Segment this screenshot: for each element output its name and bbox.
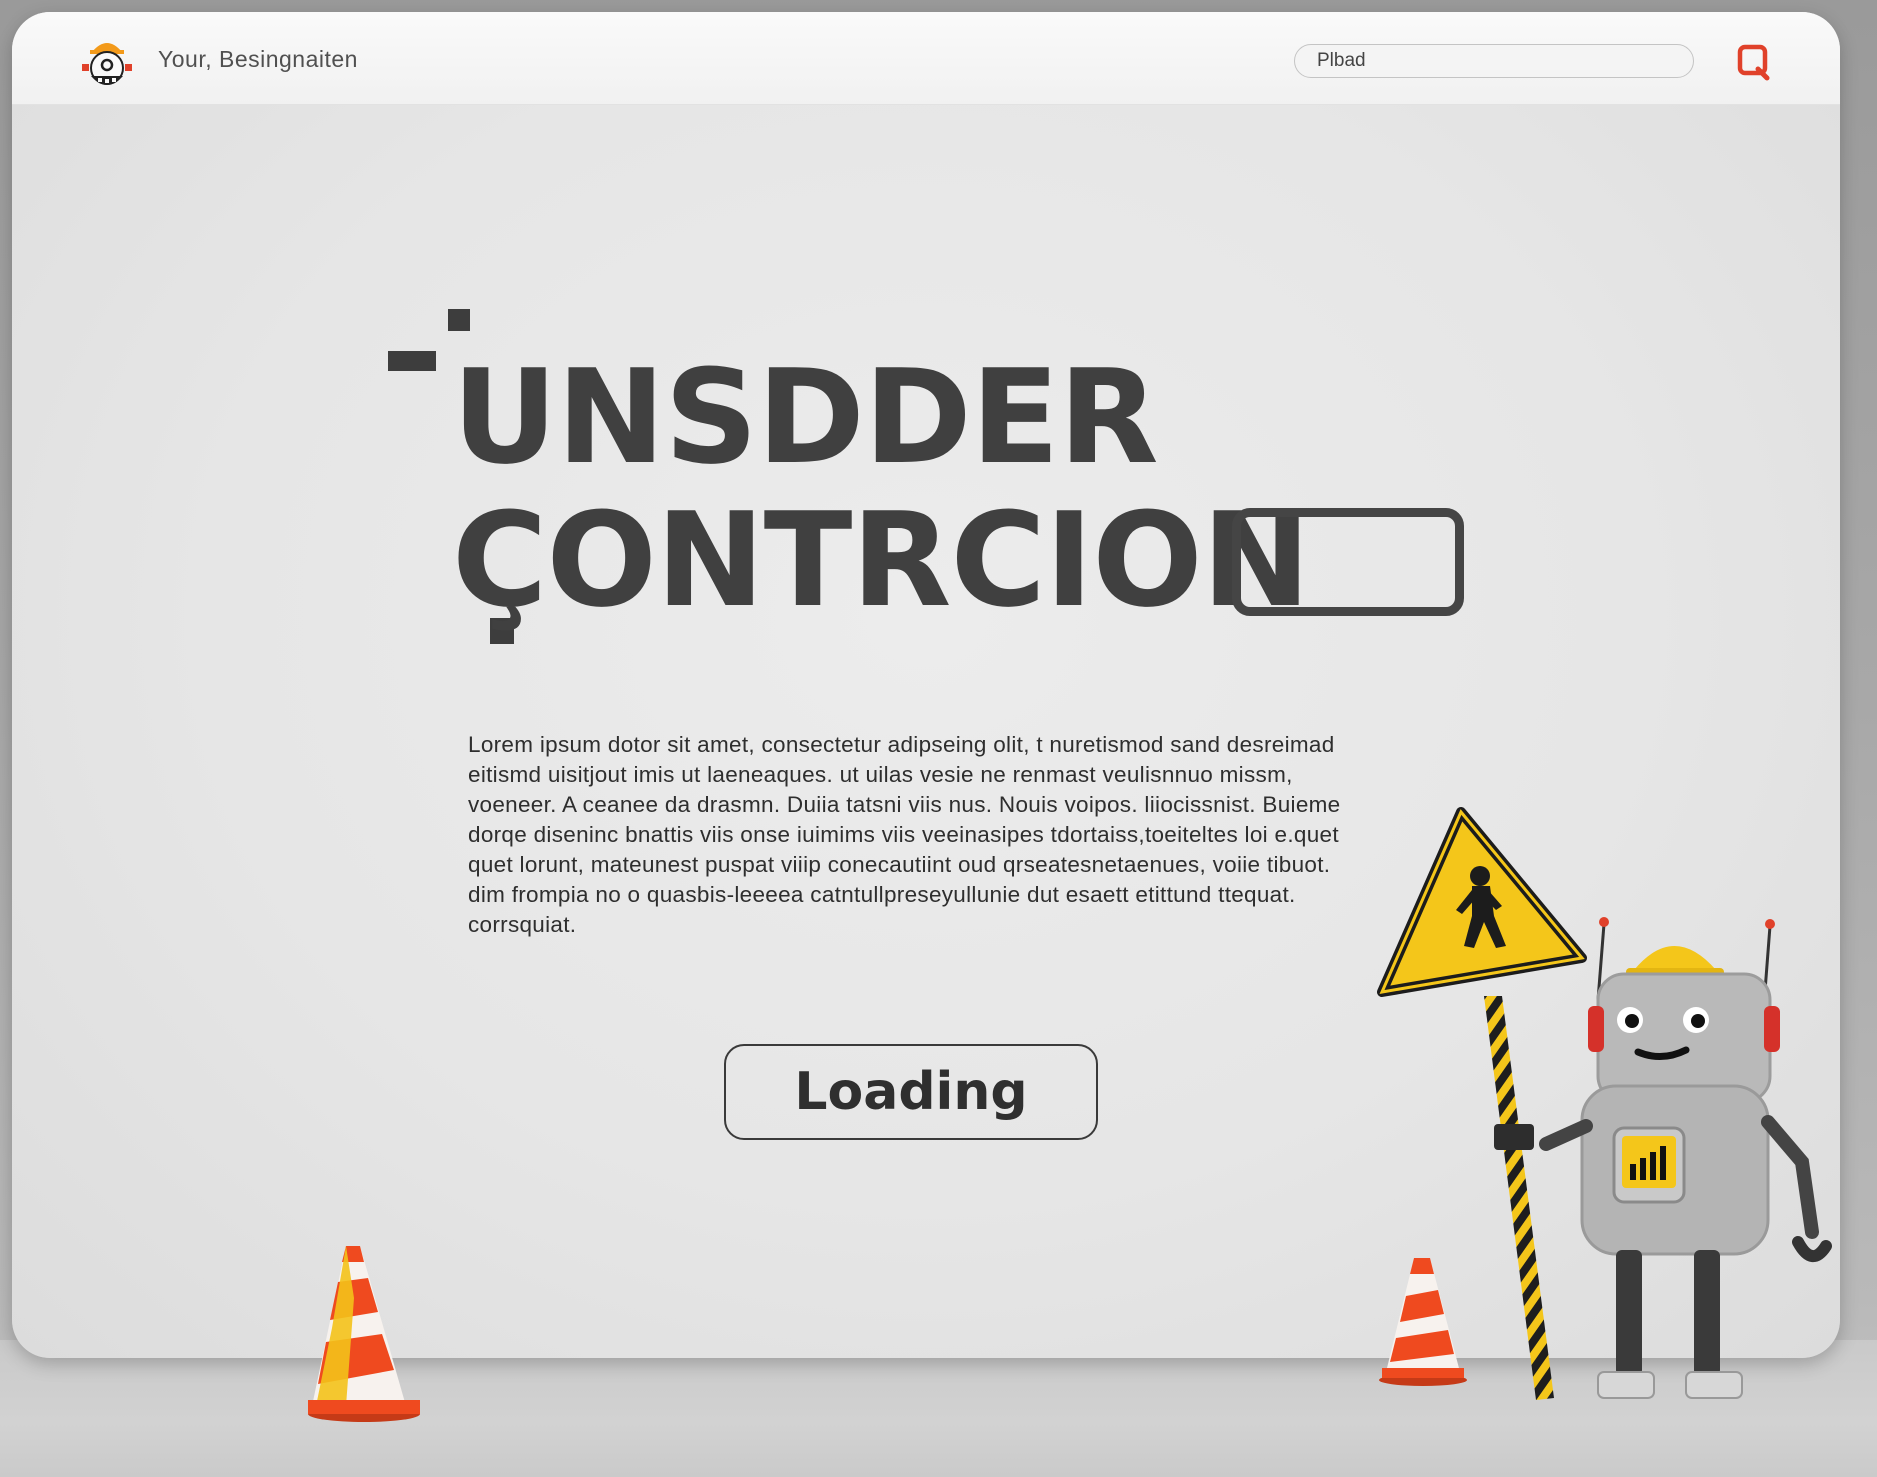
search-icon[interactable] [1734,42,1774,82]
robot-mascot [1494,917,1832,1399]
search-field[interactable] [1294,44,1694,78]
search-input[interactable] [1295,45,1693,77]
robot-hardhat-logo-icon[interactable] [78,32,136,94]
title-corner-mark-left [388,351,436,371]
page-title-line-1: UNSDDER [452,341,1159,493]
title-outline-box [1232,508,1464,616]
top-navigation-bar: Your, Besingnaiten [12,12,1840,105]
traffic-cone-left [308,1246,420,1422]
title-corner-mark-top [448,309,470,331]
page-title-line-2: ÇONTRCION [452,484,1311,636]
loading-button[interactable]: Loading [724,1044,1098,1140]
description-paragraph: Lorem ipsum dotor sit amet, consectetur … [468,732,1341,937]
site-name: Your, Besingnaiten [158,46,358,72]
